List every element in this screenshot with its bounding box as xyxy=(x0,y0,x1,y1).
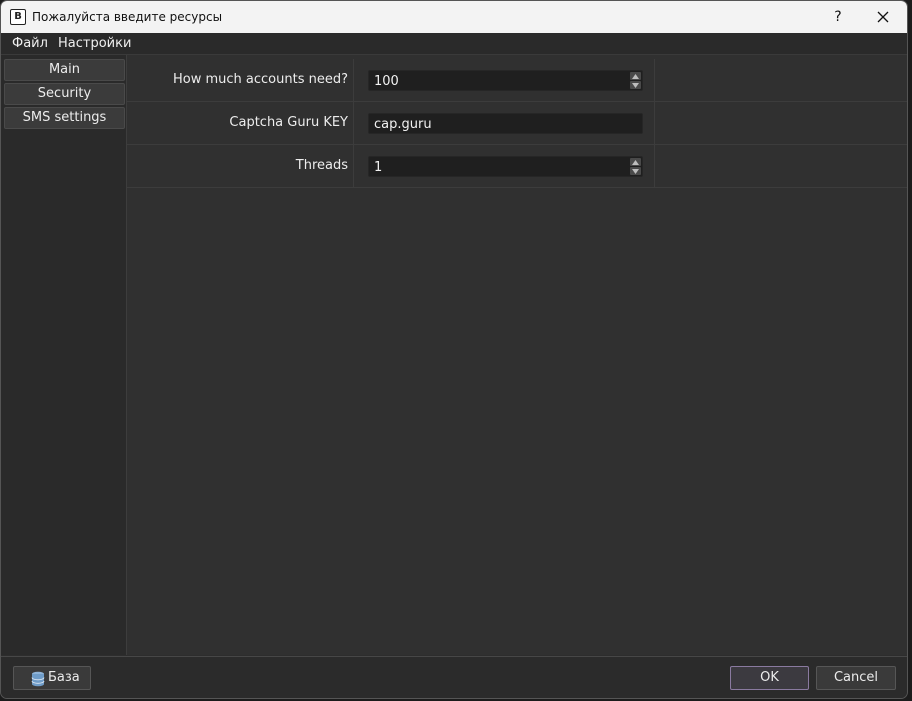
value-cell: cap.guru xyxy=(354,102,655,144)
menu-settings[interactable]: Настройки xyxy=(58,36,131,51)
sidebar-item-main[interactable]: Main xyxy=(4,59,125,81)
dialog-window: B Пожалуйста введите ресурсы ? Файл Наст… xyxy=(0,0,908,699)
captcha-key-label: Captcha Guru KEY xyxy=(229,115,348,130)
app-icon: B xyxy=(10,9,26,25)
threads-label: Threads xyxy=(295,158,348,173)
arrow-up-icon xyxy=(632,160,639,165)
label-cell: Captcha Guru KEY xyxy=(127,102,354,144)
window-title: Пожалуйста введите ресурсы xyxy=(32,10,223,24)
arrow-down-icon xyxy=(632,169,639,174)
spin-up-button[interactable] xyxy=(630,72,641,80)
menu-file[interactable]: Файл xyxy=(12,36,48,51)
threads-spinbox[interactable]: 1 xyxy=(368,156,643,177)
menu-bar: Файл Настройки xyxy=(1,33,907,55)
accounts-spinbox[interactable]: 100 xyxy=(368,70,643,91)
cancel-button[interactable]: Cancel xyxy=(816,666,896,690)
dialog-button-bar: База OK Cancel xyxy=(1,656,907,698)
spin-buttons xyxy=(630,72,641,89)
accounts-label: How much accounts need? xyxy=(173,72,348,87)
spin-up-button[interactable] xyxy=(630,158,641,166)
title-bar[interactable]: B Пожалуйста введите ресурсы ? xyxy=(1,1,907,33)
database-button[interactable]: База xyxy=(13,666,91,690)
arrow-down-icon xyxy=(632,83,639,88)
close-icon xyxy=(877,11,889,23)
label-cell: How much accounts need? xyxy=(127,59,354,101)
ok-button[interactable]: OK xyxy=(730,666,809,690)
captcha-key-value: cap.guru xyxy=(374,117,432,132)
settings-panel: How much accounts need? 100 Captcha Guru… xyxy=(126,55,907,655)
sidebar-item-sms-settings[interactable]: SMS settings xyxy=(4,107,125,129)
database-icon xyxy=(31,671,45,687)
form-row-accounts: How much accounts need? 100 xyxy=(127,59,907,102)
spin-down-button[interactable] xyxy=(630,81,641,89)
value-cell: 100 xyxy=(354,59,655,101)
form-row-threads: Threads 1 xyxy=(127,145,907,188)
close-button[interactable] xyxy=(869,4,897,30)
help-button[interactable]: ? xyxy=(827,4,849,30)
form-row-captcha-key: Captcha Guru KEY cap.guru xyxy=(127,102,907,145)
accounts-value: 100 xyxy=(374,74,399,89)
captcha-key-input[interactable]: cap.guru xyxy=(368,113,643,134)
label-cell: Threads xyxy=(127,145,354,187)
spin-buttons xyxy=(630,158,641,175)
sidebar-item-security[interactable]: Security xyxy=(4,83,125,105)
value-cell: 1 xyxy=(354,145,655,187)
arrow-up-icon xyxy=(632,74,639,79)
sidebar: Main Security SMS settings xyxy=(1,55,126,655)
threads-value: 1 xyxy=(374,160,383,175)
spin-down-button[interactable] xyxy=(630,167,641,175)
database-label: База xyxy=(48,670,80,685)
